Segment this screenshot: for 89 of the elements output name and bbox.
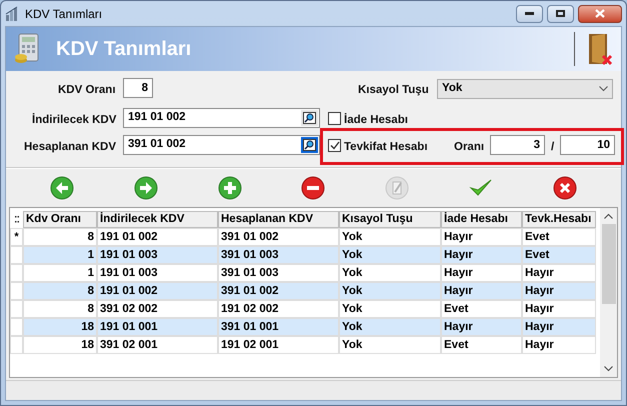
table-cell: Hayır (441, 264, 522, 282)
table-cell: 391 01 002 (218, 282, 339, 300)
cancel-icon[interactable] (552, 176, 577, 200)
account-field[interactable]: 191 01 002 (123, 108, 320, 128)
table-cell: 191 01 002 (97, 228, 218, 246)
window-title: KDV Tanımları (25, 6, 102, 22)
field-label: Hesaplanan KDV (24, 140, 116, 155)
row-indicator (10, 246, 23, 264)
separator-text: / (551, 140, 554, 155)
table-cell: Hayır (522, 336, 596, 354)
lookup-icon[interactable] (301, 137, 318, 153)
numerator-field[interactable]: 3 (490, 135, 545, 155)
field-label: KDV Oranı (58, 83, 116, 98)
table-cell: Hayır (522, 282, 596, 300)
header-title: KDV Tanımları (56, 37, 192, 62)
row-indicator (10, 264, 23, 282)
table-cell: 1 (23, 264, 97, 282)
row-indicator (10, 318, 23, 336)
row-indicator: * (10, 228, 23, 246)
close-button[interactable] (578, 4, 622, 22)
table-cell: Hayır (441, 318, 522, 336)
table-cell: 191 02 001 (218, 336, 339, 354)
column-header[interactable]: Kısayol Tuşu (339, 211, 441, 228)
table-cell: 8 (23, 300, 97, 318)
table-cell: 191 02 002 (218, 300, 339, 318)
checkbox-label: İade Hesabı (344, 112, 408, 128)
table-cell: Yok (339, 228, 441, 246)
table-cell: Evet (522, 246, 596, 264)
table-cell: Hayır (441, 282, 522, 300)
field-label: Kısayol Tuşu (358, 83, 429, 98)
checkbox[interactable] (328, 139, 341, 152)
calculator-icon (14, 32, 40, 66)
scrollbar[interactable] (600, 208, 617, 377)
chevron-down-icon (599, 86, 608, 92)
column-header[interactable]: İndirilecek KDV (97, 211, 218, 228)
table-cell: 8 (23, 228, 97, 246)
table-cell: Yok (339, 318, 441, 336)
table-cell: 391 02 001 (97, 336, 218, 354)
grip-dots-icon (14, 216, 18, 223)
table-cell: Evet (522, 228, 596, 246)
denominator-field[interactable]: 10 (560, 135, 615, 155)
table-cell: Yok (339, 300, 441, 318)
table-cell: 391 01 002 (218, 228, 339, 246)
rate-field[interactable]: 8 (123, 78, 153, 98)
table-cell: Evet (441, 336, 522, 354)
table-cell: 191 01 001 (97, 318, 218, 336)
scroll-up-icon[interactable] (604, 213, 613, 219)
column-header[interactable]: Hesaplanan KDV (218, 211, 339, 228)
table-cell: Hayır (522, 300, 596, 318)
row-indicator (10, 336, 23, 354)
table-cell: Hayır (441, 246, 522, 264)
field-label: Oranı (454, 140, 484, 155)
field-label: İndirilecek KDV (32, 112, 116, 128)
add-icon[interactable] (218, 176, 242, 200)
table-cell: 191 01 002 (97, 282, 218, 300)
maximize-button[interactable] (547, 4, 574, 22)
account-field[interactable]: 391 01 002 (123, 135, 320, 155)
table-cell: Hayır (522, 318, 596, 336)
checkbox[interactable] (328, 112, 341, 125)
close-icon (595, 9, 605, 18)
table-cell: 8 (23, 282, 97, 300)
checkbox-label: Tevkifat Hesabı (344, 140, 428, 155)
table-cell: 391 01 003 (218, 246, 339, 264)
table-cell: Evet (441, 300, 522, 318)
table-cell: 191 01 003 (97, 264, 218, 282)
table-cell: Yok (339, 264, 441, 282)
table-cell: Yok (339, 246, 441, 264)
table-cell: 18 (23, 336, 97, 354)
table-cell: 1 (23, 246, 97, 264)
row-indicator (10, 282, 23, 300)
column-header[interactable]: İade Hesabı (441, 211, 522, 228)
delete-icon[interactable] (301, 176, 326, 200)
table-cell: Yok (339, 282, 441, 300)
table-cell: Hayır (522, 264, 596, 282)
table-cell: 391 01 001 (218, 318, 339, 336)
lookup-icon[interactable] (301, 110, 318, 126)
column-header[interactable]: Tevk.Hesabı (522, 211, 596, 228)
table-cell: 391 01 003 (218, 264, 339, 282)
table-cell: 391 02 002 (97, 300, 218, 318)
table-cell: Yok (339, 336, 441, 354)
scroll-down-icon[interactable] (604, 366, 613, 372)
table-cell: 191 01 003 (97, 246, 218, 264)
exit-door-icon[interactable] (587, 32, 613, 66)
table-cell: 18 (23, 318, 97, 336)
table-cell: Hayır (441, 228, 522, 246)
column-header[interactable]: Kdv Oranı (23, 211, 97, 228)
row-indicator (10, 300, 23, 318)
minimize-button[interactable] (516, 4, 543, 22)
shortcut-dropdown[interactable]: Yok (437, 79, 613, 99)
